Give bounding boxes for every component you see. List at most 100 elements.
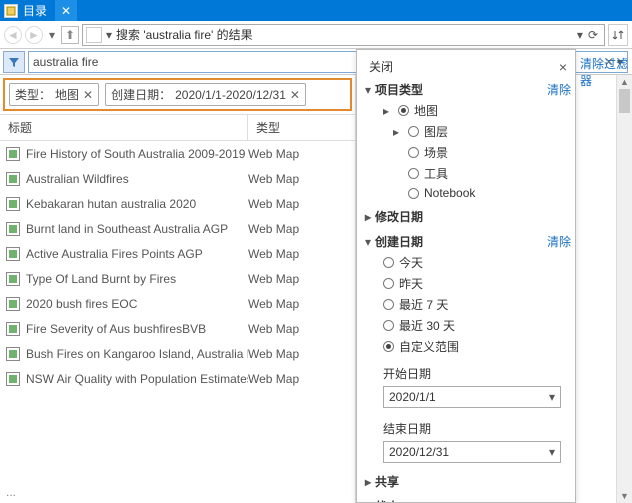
expand-icon: ▾ [365,235,375,249]
table-row[interactable]: Kebakaran hutan australia 2020Web Map [0,191,355,216]
webmap-icon [6,197,20,211]
filter-chip-type[interactable]: 类型： 地图 ✕ [9,83,99,106]
expand-icon: ▸ [383,104,393,118]
table-row[interactable]: Active Australia Fires Points AGPWeb Map [0,241,355,266]
chip-remove-icon[interactable]: ✕ [290,88,300,102]
up-button[interactable]: ⬆ [61,26,79,44]
chip-remove-icon[interactable]: ✕ [83,88,93,102]
filter-panel: 关闭 × ▾ 项目类型 清除 ▸地图▸图层场景工具Notebook ▸ 修改日期… [356,49,576,503]
col-title[interactable]: 标题 [0,115,248,140]
more-indicator: ... [6,485,16,499]
row-type: Web Map [248,147,299,161]
radio-option[interactable]: 最近 7 天 [365,294,571,315]
table-row[interactable]: Type Of Land Burnt by FiresWeb Map [0,266,355,291]
date-dropdown-icon[interactable]: ▾ [549,445,555,459]
webmap-icon [6,372,20,386]
radio-option[interactable]: ▸图层 [365,121,571,142]
panel-close-button[interactable]: × [559,59,567,75]
table-row[interactable]: Fire History of South Australia 2009-201… [0,141,355,166]
filter-icon[interactable] [3,51,25,73]
row-title: Australian Wildfires [26,172,248,186]
table-row[interactable]: 2020 bush fires EOCWeb Map [0,291,355,316]
radio-option[interactable]: 最近 30 天 [365,315,571,336]
row-type: Web Map [248,247,299,261]
clear-item-type[interactable]: 清除 [547,81,571,98]
vertical-scrollbar[interactable]: ▲ ▼ [616,75,632,503]
refresh-button[interactable]: ⟳ [585,28,601,42]
row-title: Fire History of South Australia 2009-201… [26,147,248,161]
radio-option[interactable]: 工具 [365,163,571,184]
start-date-label: 开始日期 [365,357,571,384]
radio-option[interactable]: 场景 [365,142,571,163]
address-text: 搜索 'australia fire' 的结果 [114,26,575,43]
section-created[interactable]: ▾ 创建日期 清除 [365,231,571,252]
table-row[interactable]: Australian WildfiresWeb Map [0,166,355,191]
row-title: Type Of Land Burnt by Fires [26,272,248,286]
section-status[interactable]: ▸ 状态 [365,494,571,503]
radio-icon [383,320,394,331]
col-type[interactable]: 类型 [248,115,355,140]
radio-icon [383,341,394,352]
table-row[interactable]: Fire Severity of Aus bushfiresBVBWeb Map [0,316,355,341]
row-title: Burnt land in Southeast Australia AGP [26,222,248,236]
forward-button[interactable]: ► [25,26,43,44]
section-modified[interactable]: ▸ 修改日期 [365,204,571,229]
collapse-icon: ▸ [365,475,375,489]
scroll-thumb[interactable] [619,89,630,113]
end-date-input[interactable]: 2020/12/31 ▾ [383,441,561,463]
date-dropdown-icon[interactable]: ▾ [549,390,555,404]
row-title: Kebakaran hutan australia 2020 [26,197,248,211]
radio-icon [383,257,394,268]
scroll-down-icon[interactable]: ▼ [617,489,632,503]
collapse-icon: ▸ [365,210,375,224]
scroll-up-icon[interactable]: ▲ [617,75,632,89]
chip-label: 类型： [15,86,51,103]
nav-toolbar: ◄ ► ▾ ⬆ ▾ 搜索 'australia fire' 的结果 ▾ ⟳ [0,21,632,49]
webmap-icon [6,347,20,361]
webmap-icon [6,247,20,261]
webmap-icon [6,172,20,186]
collapse-icon: ▸ [365,500,375,503]
radio-option[interactable]: 昨天 [365,273,571,294]
radio-option[interactable]: 今天 [365,252,571,273]
address-dropdown[interactable]: ▾ [575,28,585,42]
radio-icon [398,105,409,116]
radio-option[interactable]: 自定义范围 [365,336,571,357]
location-dropdown[interactable]: ▾ [104,28,114,42]
section-shared[interactable]: ▸ 共享 [365,469,571,494]
result-rows: Fire History of South Australia 2009-201… [0,141,355,503]
row-title: Fire Severity of Aus bushfiresBVB [26,322,248,336]
webmap-icon [6,272,20,286]
row-type: Web Map [248,222,299,236]
row-title: Active Australia Fires Points AGP [26,247,248,261]
history-dropdown[interactable]: ▾ [46,26,58,44]
row-type: Web Map [248,272,299,286]
radio-icon [383,278,394,289]
radio-option[interactable]: ▸地图 [365,100,571,121]
filter-chip-date[interactable]: 创建日期： 2020/1/1-2020/12/31 ✕ [105,83,306,106]
sort-button[interactable] [608,24,628,46]
panel-close-label[interactable]: 关闭 [369,58,393,75]
row-type: Web Map [248,297,299,311]
back-button[interactable]: ◄ [4,26,22,44]
title-bar: 目录 ✕ [0,0,632,21]
chip-label: 创建日期： [111,86,171,103]
results-pane: 类型： 地图 ✕ 创建日期： 2020/1/1-2020/12/31 ✕ 标题 … [0,75,356,503]
end-date-label: 结束日期 [365,412,571,439]
webmap-icon [6,322,20,336]
row-title: Bush Fires on Kangaroo Island, Australia… [26,347,248,361]
expand-icon: ▾ [365,83,375,97]
start-date-input[interactable]: 2020/1/1 ▾ [383,386,561,408]
address-bar[interactable]: ▾ 搜索 'australia fire' 的结果 ▾ ⟳ [82,24,605,46]
section-item-type[interactable]: ▾ 项目类型 清除 [365,79,571,100]
clear-created[interactable]: 清除 [547,233,571,250]
table-row[interactable]: Bush Fires on Kangaroo Island, Australia… [0,341,355,366]
table-row[interactable]: NSW Air Quality with Population Estimate… [0,366,355,391]
column-headers: 标题 类型 [0,114,355,141]
webmap-icon [6,147,20,161]
radio-option[interactable]: Notebook [365,184,571,202]
webmap-icon [6,222,20,236]
table-row[interactable]: Burnt land in Southeast Australia AGPWeb… [0,216,355,241]
row-type: Web Map [248,372,299,386]
tab-close-button[interactable]: ✕ [55,0,77,21]
